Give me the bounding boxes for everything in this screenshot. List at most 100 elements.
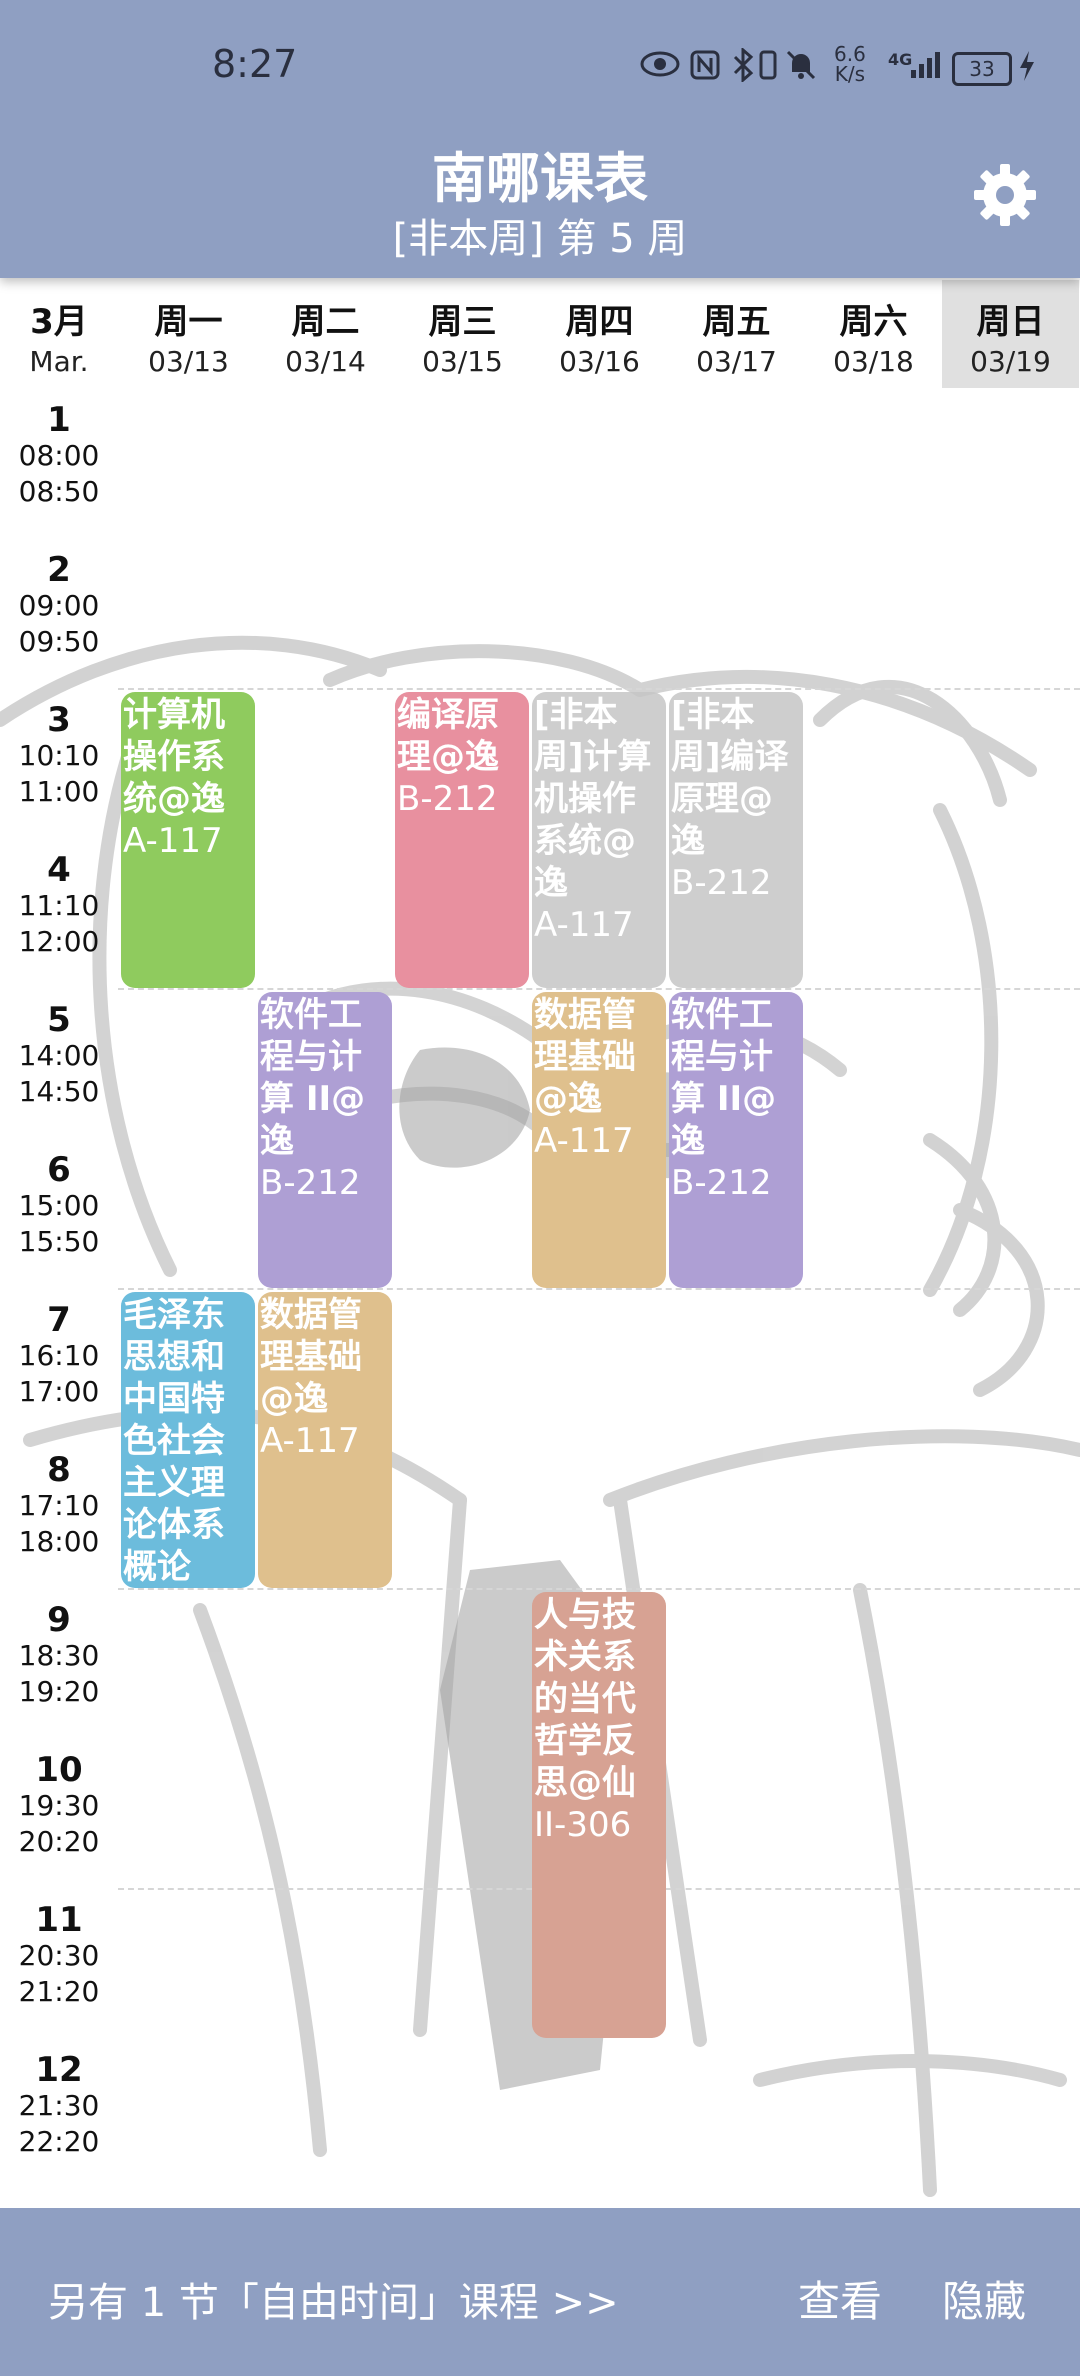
week-indicator[interactable]: [非本周] 第 5 周: [0, 206, 1080, 264]
period-11: 11 20:30 21:20: [0, 1890, 118, 2040]
course-block[interactable]: 毛泽东思想和中国特色社会主义理论体系概论: [121, 1292, 255, 1588]
period-number: 1: [47, 400, 71, 440]
course-block[interactable]: 软件工程与计算 II@逸 B-212: [258, 992, 392, 1288]
period-2: 2 09:00 09:50: [0, 540, 118, 690]
date-label: 03/18: [833, 345, 914, 378]
period-start-time: 14:00: [18, 1039, 100, 1072]
period-number: 4: [47, 850, 71, 890]
gear-icon[interactable]: [970, 160, 1040, 230]
period-number: 5: [47, 1000, 71, 1040]
eye-icon: [640, 51, 680, 77]
weekday-label: 周四: [565, 302, 634, 342]
period-number: 10: [35, 1750, 83, 1790]
period-start-time: 16:10: [18, 1339, 100, 1372]
charging-icon: [1020, 51, 1034, 81]
hide-button[interactable]: 隐藏: [942, 2268, 1026, 2329]
course-room: A-117: [123, 821, 223, 861]
period-number: 6: [47, 1150, 71, 1190]
period-end-time: 11:00: [18, 775, 100, 808]
period-end-time: 22:20: [18, 2125, 100, 2158]
course-block[interactable]: 数据管理基础@逸 A-117: [532, 992, 666, 1288]
battery-indicator: 33: [952, 52, 1012, 86]
course-room: A-117: [260, 1421, 360, 1461]
period-10: 10 19:30 20:20: [0, 1740, 118, 1890]
day-header-1: 周一 03/13: [120, 280, 257, 388]
row-separator: [118, 1288, 1080, 1290]
date-label: 03/15: [422, 345, 503, 378]
row-separator: [118, 688, 1080, 690]
period-start-time: 15:00: [18, 1189, 100, 1222]
vibrate-icon: [759, 50, 777, 80]
row-separator: [118, 988, 1080, 990]
weekday-header: 3月 Mar. 周一 03/13 周二 03/14 周三 03/15 周四 03/16 周五 03…: [0, 280, 1080, 388]
timetable-grid: 1 08:00 08:50 2 09:00 09:50 3 10:10 11:00 4 11:10 1…: [0, 390, 1080, 2208]
period-7: 7 16:10 17:00: [0, 1290, 118, 1440]
day-header-6: 周六 03/18: [805, 280, 942, 388]
period-start-time: 08:00: [18, 439, 100, 472]
course-room: B-212: [260, 1163, 361, 1203]
course-block[interactable]: 软件工程与计算 II@逸 B-212: [669, 992, 803, 1288]
period-5: 5 14:00 14:50: [0, 990, 118, 1140]
period-8: 8 17:10 18:00: [0, 1440, 118, 1590]
course-block[interactable]: 人与技术关系的当代哲学反思@仙 II-306: [532, 1592, 666, 2038]
month-label: 3月: [30, 302, 88, 342]
period-start-time: 21:30: [18, 2089, 100, 2122]
period-9: 9 18:30 19:20: [0, 1590, 118, 1740]
day-header-4: 周四 03/16: [531, 280, 668, 388]
weekday-label: 周五: [702, 302, 771, 342]
date-label: 03/16: [559, 345, 640, 378]
period-end-time: 08:50: [18, 475, 100, 508]
course-block[interactable]: 计算机操作系统@逸 A-117: [121, 692, 255, 988]
period-3: 3 10:10 11:00: [0, 690, 118, 840]
course-name: 软件工程与计算 II@逸: [260, 995, 366, 1161]
date-label: 03/13: [148, 345, 229, 378]
period-start-time: 20:30: [18, 1939, 100, 1972]
course-room: A-117: [534, 905, 634, 945]
course-room: A-117: [534, 1121, 634, 1161]
period-number: 9: [47, 1600, 71, 1640]
network-speed: 6.6 K/s: [834, 42, 866, 86]
period-start-time: 17:10: [18, 1489, 100, 1522]
course-block[interactable]: [非本周]编译原理@逸 B-212: [669, 692, 803, 988]
free-time-notice-link[interactable]: 另有 1 节「自由时间」课程 >>: [48, 2270, 619, 2328]
month-en-label: Mar.: [29, 345, 89, 378]
course-name: 软件工程与计算 II@逸: [671, 995, 777, 1161]
period-end-time: 12:00: [18, 925, 100, 958]
signal-label: 4G: [888, 50, 913, 69]
period-end-time: 19:20: [18, 1675, 100, 1708]
period-number: 12: [35, 2050, 83, 2090]
day-header-3: 周三 03/15: [394, 280, 531, 388]
period-number: 11: [35, 1900, 83, 1940]
period-number: 8: [47, 1450, 71, 1490]
period-end-time: 17:00: [18, 1375, 100, 1408]
weekday-label: 周六: [839, 302, 908, 342]
period-end-time: 20:20: [18, 1825, 100, 1858]
period-number: 7: [47, 1300, 71, 1340]
date-label: 03/17: [696, 345, 777, 378]
course-block[interactable]: 编译原理@逸 B-212: [395, 692, 529, 988]
period-12: 12 21:30 22:20: [0, 2040, 118, 2190]
course-name: [非本周]编译原理@逸: [671, 695, 789, 861]
period-end-time: 18:00: [18, 1525, 100, 1558]
period-end-time: 21:20: [18, 1975, 100, 2008]
weekday-label: 周一: [154, 302, 223, 342]
period-1: 1 08:00 08:50: [0, 390, 118, 540]
weekday-label: 周二: [291, 302, 360, 342]
date-label: 03/19: [970, 345, 1051, 378]
day-header-2: 周二 03/14: [257, 280, 394, 388]
day-header-7: 周日 03/19: [942, 280, 1079, 388]
app-header: 8:27 6.6 K/s 4G 33 南哪课表 [非本周] 第 5 周: [0, 0, 1080, 278]
view-button[interactable]: 查看: [798, 2268, 882, 2329]
course-block[interactable]: [非本周]计算机操作系统@逸 A-117: [532, 692, 666, 988]
period-number: 2: [47, 550, 71, 590]
course-name: 毛泽东思想和中国特色社会主义理论体系概论: [123, 1295, 225, 1587]
weekday-label: 周日: [976, 302, 1045, 342]
mute-bell-icon: [786, 50, 816, 80]
signal-icon: [911, 52, 940, 78]
period-start-time: 11:10: [18, 889, 100, 922]
period-start-time: 09:00: [18, 589, 100, 622]
nfc-icon: [690, 50, 720, 80]
day-header-5: 周五 03/17: [668, 280, 805, 388]
period-end-time: 09:50: [18, 625, 100, 658]
course-block[interactable]: 数据管理基础@逸 A-117: [258, 1292, 392, 1588]
